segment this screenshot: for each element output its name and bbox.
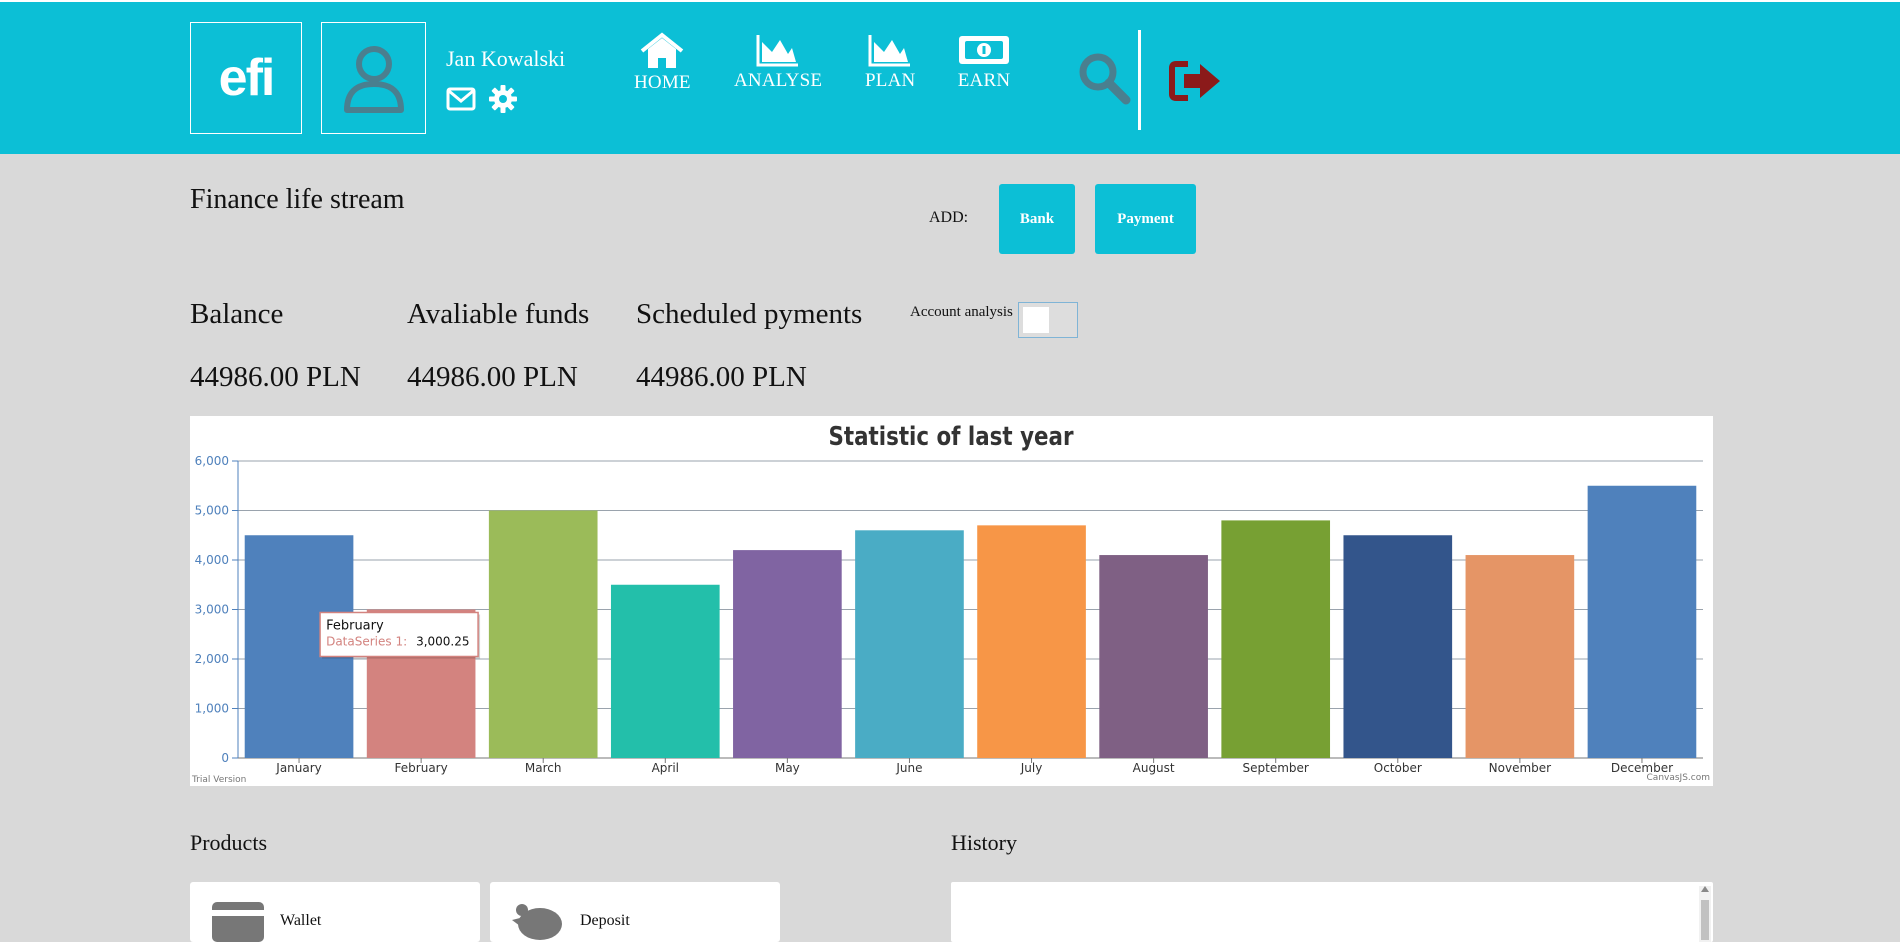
- account-analysis-label: Account analysis: [910, 304, 1013, 320]
- area-chart-icon: [756, 35, 799, 67]
- scroll-up-icon[interactable]: [1701, 886, 1709, 892]
- kpi-funds-label: Avaliable funds: [407, 298, 590, 330]
- mail-icon[interactable]: [446, 87, 476, 111]
- nav-home[interactable]: HOME: [634, 32, 691, 94]
- x-tick-label: August: [1133, 761, 1175, 775]
- home-icon: [641, 32, 684, 68]
- y-tick-label: 0: [221, 751, 229, 765]
- x-tick-label: October: [1374, 761, 1422, 775]
- product-card-label: Deposit: [580, 912, 630, 929]
- y-tick-label: 1,000: [195, 702, 229, 716]
- y-tick-label: 4,000: [195, 553, 229, 567]
- tooltip-value: 3,000.25: [416, 634, 469, 648]
- nav-label: ANALYSE: [734, 70, 823, 91]
- page-title: Finance life stream: [190, 184, 405, 215]
- username: Jan Kowalski: [446, 46, 566, 71]
- x-tick-label: January: [275, 761, 322, 775]
- add-label: ADD:: [929, 209, 969, 226]
- product-card-wallet[interactable]: Wallet: [190, 882, 480, 942]
- credit-card-icon: [212, 902, 264, 942]
- chart-footer-right: CanvasJS.com: [1647, 773, 1710, 783]
- piggy-bank-icon: [512, 904, 562, 940]
- logo-text: efi: [218, 49, 276, 107]
- account-analysis-toggle[interactable]: [1018, 302, 1078, 338]
- kpi-scheduled-value: 44986.00 PLN: [636, 361, 807, 393]
- top-navbar: efi Jan Kowalski HOME ANALYSE PLAN EARN: [0, 0, 1900, 154]
- x-tick-label: June: [895, 761, 922, 775]
- y-tick-label: 3,000: [195, 603, 229, 617]
- kpi-balance-value: 44986.00 PLN: [190, 361, 361, 393]
- logo[interactable]: efi: [190, 22, 302, 134]
- tooltip-series: DataSeries 1:: [326, 634, 407, 648]
- bar: [1221, 520, 1331, 758]
- bar: [610, 584, 720, 758]
- bar: [733, 550, 842, 758]
- bar: [1099, 555, 1208, 758]
- chart-panel: Statistic of last year 0 1,000 2,000 3,000 4,…: [190, 416, 1713, 786]
- nav-label: PLAN: [865, 70, 916, 91]
- history-panel: [951, 882, 1713, 942]
- y-tick-label: 6,000: [195, 454, 229, 468]
- scroll-thumb[interactable]: [1701, 900, 1709, 940]
- x-tick-label: February: [395, 761, 448, 775]
- scrollbar[interactable]: [1699, 886, 1711, 942]
- product-card-deposit[interactable]: Deposit: [490, 882, 780, 942]
- user-icon: [343, 46, 404, 113]
- bar: [1343, 535, 1453, 758]
- nav-analyse[interactable]: ANALYSE: [734, 32, 822, 92]
- avatar[interactable]: [321, 22, 426, 134]
- products-title: Products: [190, 830, 267, 855]
- x-tick-label: November: [1489, 761, 1551, 775]
- bar-chart: Statistic of last year 0 1,000 2,000 3,000 4,…: [191, 422, 1710, 785]
- tooltip-category: February: [326, 618, 384, 633]
- bar: [1587, 485, 1697, 758]
- y-tick-label: 5,000: [195, 504, 229, 518]
- logout-icon[interactable]: [1168, 60, 1224, 102]
- area-chart-icon: [868, 35, 911, 67]
- product-card-label: Wallet: [280, 912, 322, 929]
- bar: [488, 510, 598, 758]
- x-tick-label: March: [525, 761, 562, 775]
- bar: [977, 525, 1086, 758]
- x-tick-label: May: [775, 761, 800, 775]
- x-tick-label: July: [1020, 761, 1043, 775]
- history-title: History: [951, 830, 1017, 855]
- add-payment-button[interactable]: Payment: [1095, 184, 1196, 254]
- x-tick-label: September: [1243, 761, 1309, 775]
- chart-title: Statistic of last year: [829, 422, 1074, 452]
- gear-icon[interactable]: [488, 84, 518, 114]
- add-bank-button[interactable]: Bank: [999, 184, 1075, 254]
- y-tick-label: 2,000: [195, 652, 229, 666]
- kpi-scheduled-label: Scheduled pyments: [636, 298, 863, 330]
- nav-label: HOME: [634, 72, 691, 93]
- divider: [1138, 30, 1141, 130]
- chart-footer-left: Trial Version: [191, 775, 246, 785]
- bar: [855, 530, 964, 758]
- nav-label: EARN: [957, 70, 1011, 91]
- bar: [1465, 555, 1575, 758]
- money-icon: [959, 36, 1009, 64]
- kpi-funds-value: 44986.00 PLN: [407, 361, 578, 393]
- toggle-knob: [1023, 307, 1049, 333]
- kpi-balance-label: Balance: [190, 298, 284, 330]
- nav-plan[interactable]: PLAN: [865, 32, 915, 92]
- search-icon[interactable]: [1076, 50, 1132, 106]
- nav-earn[interactable]: EARN: [957, 32, 1011, 92]
- x-tick-label: April: [652, 761, 679, 775]
